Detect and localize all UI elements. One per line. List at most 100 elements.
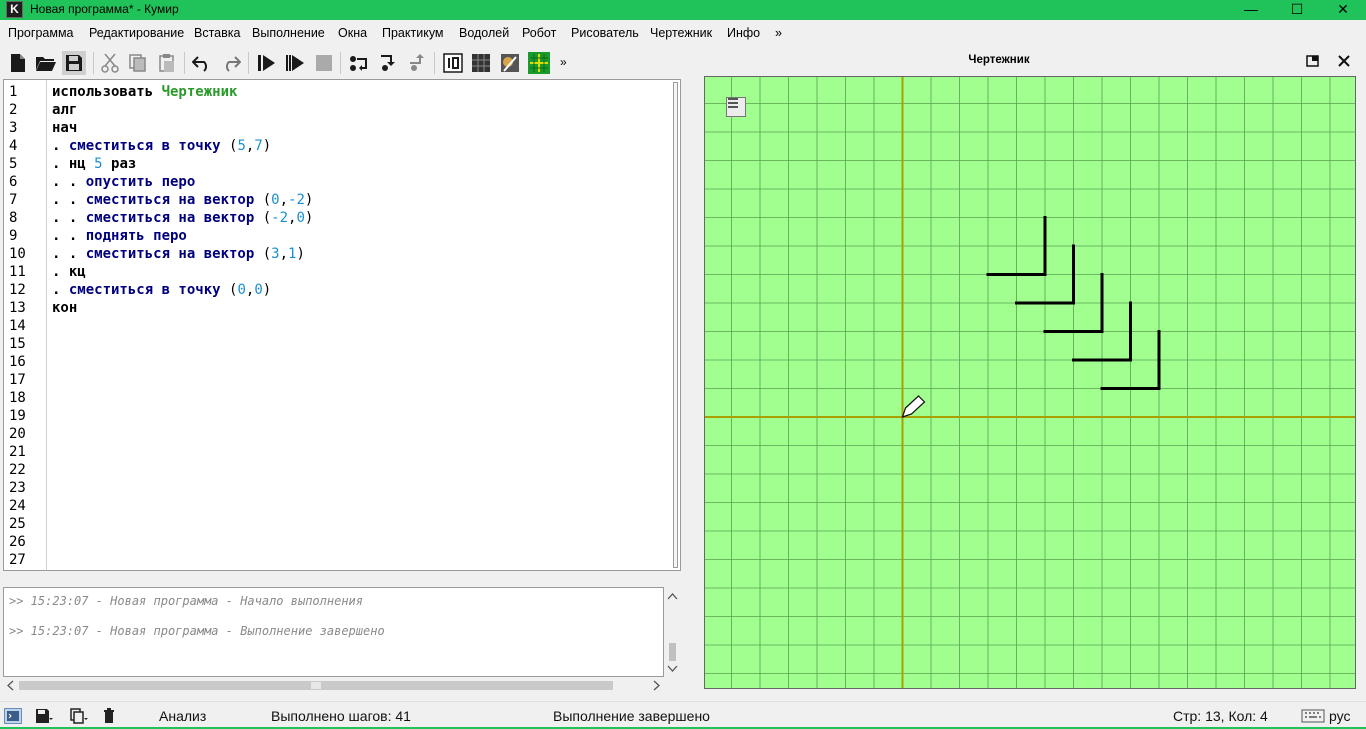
code-token: . . [52,228,86,244]
analysis-label[interactable]: Анализ [159,708,206,724]
menu-info[interactable]: Инфо [727,26,760,40]
undock-icon[interactable] [1306,54,1320,68]
line-number: 23 [9,480,26,496]
menu-robot[interactable]: Робот [522,26,556,40]
menu-drawer[interactable]: Чертежник [650,26,712,40]
undo-icon[interactable] [190,51,214,75]
pen-icon [901,395,926,418]
code-line[interactable]: использовать Чертежник [52,83,237,101]
step-into-icon[interactable] [376,51,400,75]
code-token: сместиться на вектор [85,246,263,262]
painter-icon[interactable] [498,51,522,75]
code-token: ) [262,282,272,298]
code-line[interactable]: . кц [52,263,86,281]
console-toggle-icon[interactable] [4,708,22,724]
redo-icon[interactable] [219,51,243,75]
line-number: 13 [9,300,26,316]
console-vertical-scrollbar[interactable] [664,587,681,677]
drawer-icon[interactable] [527,51,551,75]
paste-icon[interactable] [155,51,179,75]
menu-run[interactable]: Выполнение [252,26,325,40]
code-line[interactable]: . сместиться в точку (5,7) [52,137,271,155]
execution-status: Выполнение завершено [553,708,710,724]
copy-output-icon[interactable] [70,708,88,724]
keyboard-layout[interactable]: рус [1329,708,1350,724]
robot-grid-icon[interactable] [469,51,493,75]
stop-icon[interactable] [312,51,336,75]
line-number: 4 [9,138,18,154]
counter-icon[interactable] [441,51,465,75]
save-icon[interactable] [62,51,86,75]
code-token: , [279,246,289,262]
step-over-icon[interactable] [347,51,371,75]
code-line[interactable]: . . сместиться на вектор (-2,0) [52,209,313,227]
line-number: 26 [9,534,26,550]
canvas-menu-button[interactable] [726,97,746,117]
line-number: 8 [9,210,18,226]
code-token: ) [262,138,272,154]
output-console[interactable]: >> 15:23:07 - Новая программа - Начало в… [3,587,664,677]
line-number: 25 [9,516,26,532]
step-run-icon[interactable] [283,51,307,75]
line-number-gutter: 1 2 3 4 5 6 7 8 9 10 11 12 13 14 15 16 17 18 19 20 21 22 23 24 2… [4,80,47,570]
new-file-icon[interactable] [6,51,30,75]
code-token: . [52,282,69,298]
app-icon: K [6,1,23,18]
code-token: Чертежник [161,84,238,100]
toolbar-separator [93,52,94,74]
code-token: 0 [254,282,263,298]
code-editor[interactable]: 1 2 3 4 5 6 7 8 9 10 11 12 13 14 15 16 17 18 19 20 21 22 23 24 2… [3,79,681,571]
line-number: 27 [9,552,26,568]
code-line[interactable]: . . сместиться на вектор (0,-2) [52,191,313,209]
toolbar-more-button[interactable]: » [560,55,567,69]
menu-insert[interactable]: Вставка [194,26,240,40]
run-icon[interactable] [255,51,279,75]
code-token: ) [296,246,305,262]
code-line[interactable]: . . опустить перо [52,173,195,191]
code-line[interactable]: алг [52,101,77,119]
line-number: 3 [9,120,18,136]
menu-vodolei[interactable]: Водолей [459,26,509,40]
code-token: . [52,156,69,172]
close-window-button[interactable]: ✕ [1320,0,1366,20]
save-output-icon[interactable] [35,708,53,724]
code-line[interactable]: . . сместиться на вектор (3,1) [52,245,305,263]
clear-output-icon[interactable] [102,708,120,724]
line-number: 17 [9,372,26,388]
code-line[interactable]: . сместиться в точку (0,0) [52,281,271,299]
drawer-canvas[interactable] [704,76,1356,689]
code-token: 7 [254,138,263,154]
close-panel-icon[interactable] [1337,54,1351,68]
menu-more[interactable]: » [775,26,782,40]
line-number: 16 [9,354,26,370]
keyboard-icon [1301,709,1325,725]
line-number: 6 [9,174,18,190]
code-token: . [52,138,69,154]
code-token: ) [304,210,314,226]
line-number: 5 [9,156,18,172]
cut-icon[interactable] [98,51,122,75]
minimize-button[interactable]: — [1228,0,1274,20]
code-token: . . [52,192,86,208]
maximize-button[interactable]: ☐ [1274,0,1320,20]
code-line[interactable]: нач [52,119,77,137]
menu-practicum[interactable]: Практикум [382,26,444,40]
copy-icon[interactable] [126,51,150,75]
line-number: 1 [9,84,18,100]
console-horizontal-scrollbar[interactable] [3,677,664,694]
code-token: 0 [237,282,246,298]
line-number: 20 [9,426,26,442]
step-out-icon[interactable] [405,51,429,75]
toolbar-separator [184,52,185,74]
menu-edit[interactable]: Редактирование [89,26,184,40]
open-file-icon[interactable] [34,51,58,75]
menu-program[interactable]: Программа [8,26,74,40]
menu-painter[interactable]: Рисователь [571,26,639,40]
code-token: опустить перо [85,174,196,190]
menu-windows[interactable]: Окна [338,26,367,40]
code-line[interactable]: . . поднять перо [52,227,187,245]
code-line[interactable]: . нц 5 раз [52,155,136,173]
editor-scrollbar[interactable] [673,82,678,568]
code-line[interactable]: кон [52,299,77,317]
code-token: -2 [288,192,305,208]
